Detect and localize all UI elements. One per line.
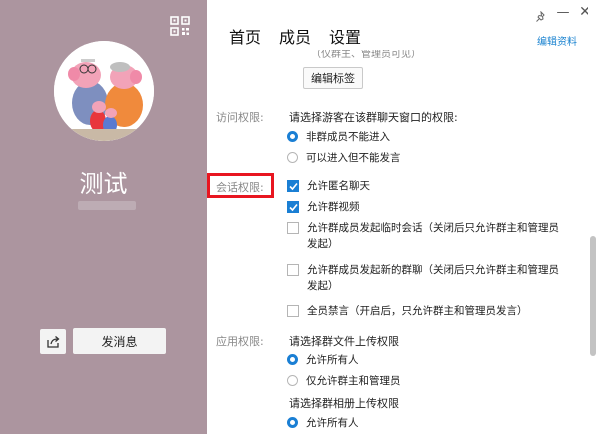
file-option-admins[interactable]: 仅允许群主和管理员 (287, 373, 401, 389)
minimize-icon[interactable]: — (556, 6, 570, 20)
access-option-members-only[interactable]: 非群成员不能进入 (287, 129, 390, 145)
access-permission-prompt: 请选择游客在该群聊天窗口的权限: (289, 111, 458, 124)
checkbox-unchecked[interactable] (287, 264, 299, 276)
share-button[interactable] (40, 329, 66, 354)
session-option-mute-all[interactable]: 全员禁言（开启后，只允许群主和管理员发言） (287, 303, 565, 319)
header-bar: 首页 成员 设置 — ✕ 编辑资料 (207, 0, 600, 50)
scrollbar-thumb[interactable] (590, 236, 596, 356)
tab-members[interactable]: 成员 (279, 24, 311, 48)
file-upload-prompt: 请选择群文件上传权限 (289, 335, 399, 348)
qr-code-icon[interactable] (170, 16, 190, 36)
group-avatar[interactable] (54, 41, 154, 141)
scrollbar-track[interactable] (588, 0, 600, 434)
radio-unselected[interactable] (287, 152, 298, 163)
tab-settings[interactable]: 设置 (329, 24, 361, 48)
session-option-video[interactable]: 允许群视频 (287, 199, 565, 215)
album-option-everyone[interactable]: 允许所有人 (287, 415, 359, 431)
app-permission-label: 应用权限: (216, 335, 264, 348)
radio-unselected[interactable] (287, 375, 298, 386)
settings-content: （仅群主、管理员可见） 编辑标签 访问权限: 请选择游客在该群聊天窗口的权限: … (207, 50, 588, 434)
checkbox-unchecked[interactable] (287, 222, 299, 234)
send-message-button[interactable]: 发消息 (73, 328, 166, 354)
group-id-redacted (78, 201, 136, 210)
album-upload-prompt: 请选择群相册上传权限 (289, 397, 399, 410)
edit-profile-link[interactable]: 编辑资料 (537, 33, 577, 48)
checkbox-checked[interactable] (287, 180, 299, 192)
edit-tags-button[interactable]: 编辑标签 (303, 67, 363, 89)
group-name: 测试 (79, 170, 128, 198)
session-option-anonymous[interactable]: 允许匿名聊天 (287, 178, 565, 194)
group-profile-panel: 测试 发消息 (0, 0, 207, 434)
radio-selected[interactable] (287, 417, 298, 428)
tab-home[interactable]: 首页 (229, 24, 261, 48)
session-permission-label: 会话权限: (216, 181, 264, 194)
session-option-temp-chat[interactable]: 允许群成员发起临时会话（关闭后只允许群主和管理员发起） (287, 220, 565, 252)
access-option-view-only[interactable]: 可以进入但不能发言 (287, 150, 401, 166)
checkbox-checked[interactable] (287, 201, 299, 213)
session-option-new-group[interactable]: 允许群成员发起新的群聊（关闭后只允许群主和管理员发起） (287, 262, 565, 294)
pin-icon[interactable] (535, 8, 547, 22)
checkbox-unchecked[interactable] (287, 305, 299, 317)
access-permission-label: 访问权限: (216, 111, 264, 124)
partially-hidden-note: （仅群主、管理员可见） (311, 50, 421, 60)
radio-selected[interactable] (287, 131, 298, 142)
share-icon (47, 335, 60, 348)
radio-selected[interactable] (287, 354, 298, 365)
file-option-everyone[interactable]: 允许所有人 (287, 352, 359, 368)
